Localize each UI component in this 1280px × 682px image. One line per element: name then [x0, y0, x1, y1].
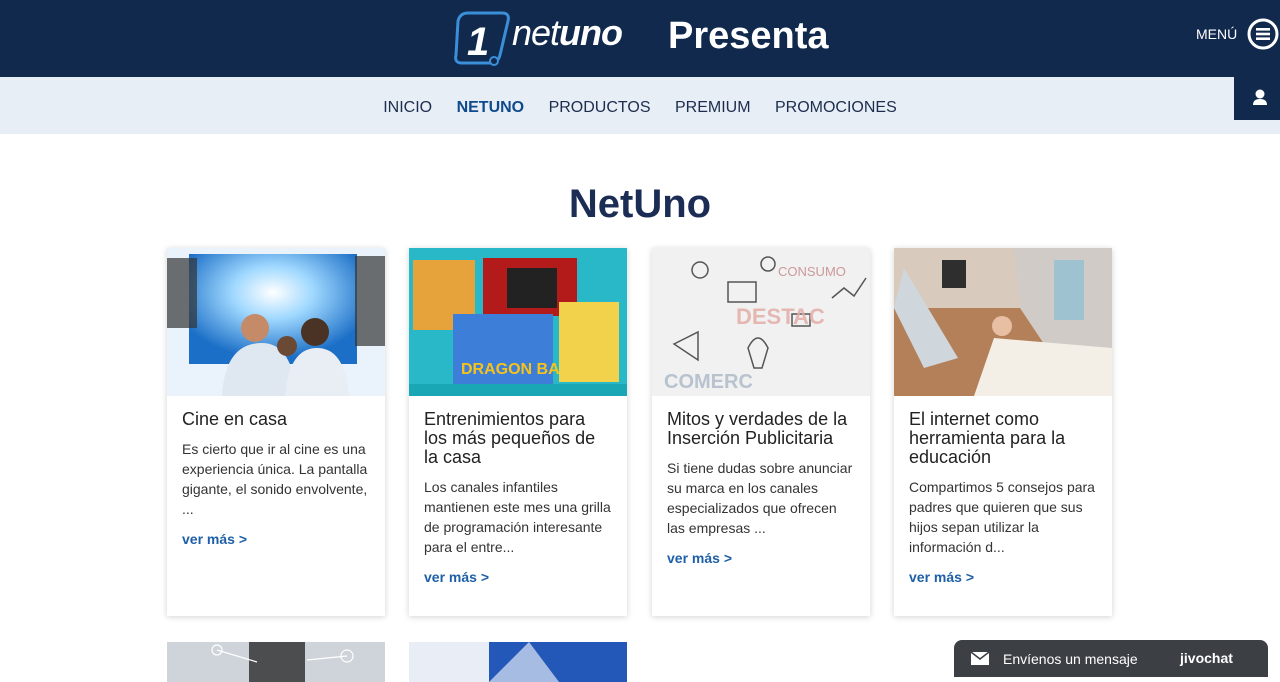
- article-card[interactable]: DESTAC COMERC CONSUMO Mitos y verdades d…: [652, 248, 870, 616]
- card-excerpt: Los canales infantiles mantienen este me…: [424, 479, 611, 555]
- chat-brand: jivochat: [1180, 650, 1233, 666]
- user-account-button[interactable]: [1234, 77, 1280, 120]
- card-excerpt: Compartimos 5 consejos para padres que q…: [909, 479, 1095, 555]
- svg-text:DESTAC: DESTAC: [736, 304, 825, 329]
- chat-label[interactable]: Envíenos un mensaje: [1003, 651, 1138, 667]
- nav-item-inicio[interactable]: INICIO: [383, 99, 432, 117]
- chat-widget[interactable]: Envíenos un mensaje jivochat: [954, 640, 1268, 677]
- card-title[interactable]: Mitos y verdades de la Inserción Publici…: [667, 410, 855, 448]
- article-card[interactable]: DRAGON BALL Entrenimientos para los más …: [409, 248, 627, 616]
- menu-label[interactable]: MENÚ: [1196, 26, 1237, 42]
- article-card[interactable]: El internet como herramienta para la edu…: [894, 248, 1112, 616]
- brand-wordmark: netuno: [512, 12, 623, 53]
- card-image-advertising-doodles[interactable]: DESTAC COMERC CONSUMO: [652, 248, 870, 396]
- nav-item-promociones[interactable]: PROMOCIONES: [775, 99, 897, 117]
- read-more-link[interactable]: ver más >: [667, 550, 855, 566]
- main-nav: INICIO NETUNO PRODUCTOS PREMIUM PROMOCIO…: [0, 99, 1280, 117]
- card-excerpt: Si tiene dudas sobre anunciar su marca e…: [667, 460, 853, 536]
- page-title: NetUno: [568, 182, 712, 226]
- card-image-home-cinema[interactable]: [167, 248, 385, 396]
- card-title[interactable]: Entrenimientos para los más pequeños de …: [424, 410, 612, 467]
- read-more-link[interactable]: ver más >: [424, 569, 612, 585]
- card-title[interactable]: Cine en casa: [182, 410, 370, 429]
- card-image-kids-channels[interactable]: DRAGON BALL: [409, 248, 627, 396]
- nav-item-productos[interactable]: PRODUCTOS: [549, 99, 651, 117]
- envelope-icon: [971, 652, 989, 665]
- card-title[interactable]: El internet como herramienta para la edu…: [909, 410, 1097, 467]
- read-more-link[interactable]: ver más >: [182, 531, 370, 547]
- read-more-link[interactable]: ver más >: [909, 569, 1097, 585]
- svg-text:CONSUMO: CONSUMO: [778, 264, 846, 279]
- user-icon: [1253, 89, 1267, 105]
- svg-text:COMERC: COMERC: [664, 371, 753, 393]
- nav-item-netuno[interactable]: NETUNO: [457, 99, 525, 117]
- header-title: Presenta: [668, 15, 829, 57]
- article-card-partial[interactable]: [167, 642, 385, 682]
- card-excerpt: Es cierto que ir al cine es una experien…: [182, 441, 368, 517]
- svg-text:1: 1: [467, 20, 489, 64]
- article-card[interactable]: Cine en casa Es cierto que ir al cine es…: [167, 248, 385, 616]
- article-card-partial[interactable]: [409, 642, 627, 682]
- nav-item-premium[interactable]: PREMIUM: [675, 99, 751, 117]
- card-image-laptop-education[interactable]: [894, 248, 1112, 396]
- menu-icon[interactable]: [1246, 17, 1280, 51]
